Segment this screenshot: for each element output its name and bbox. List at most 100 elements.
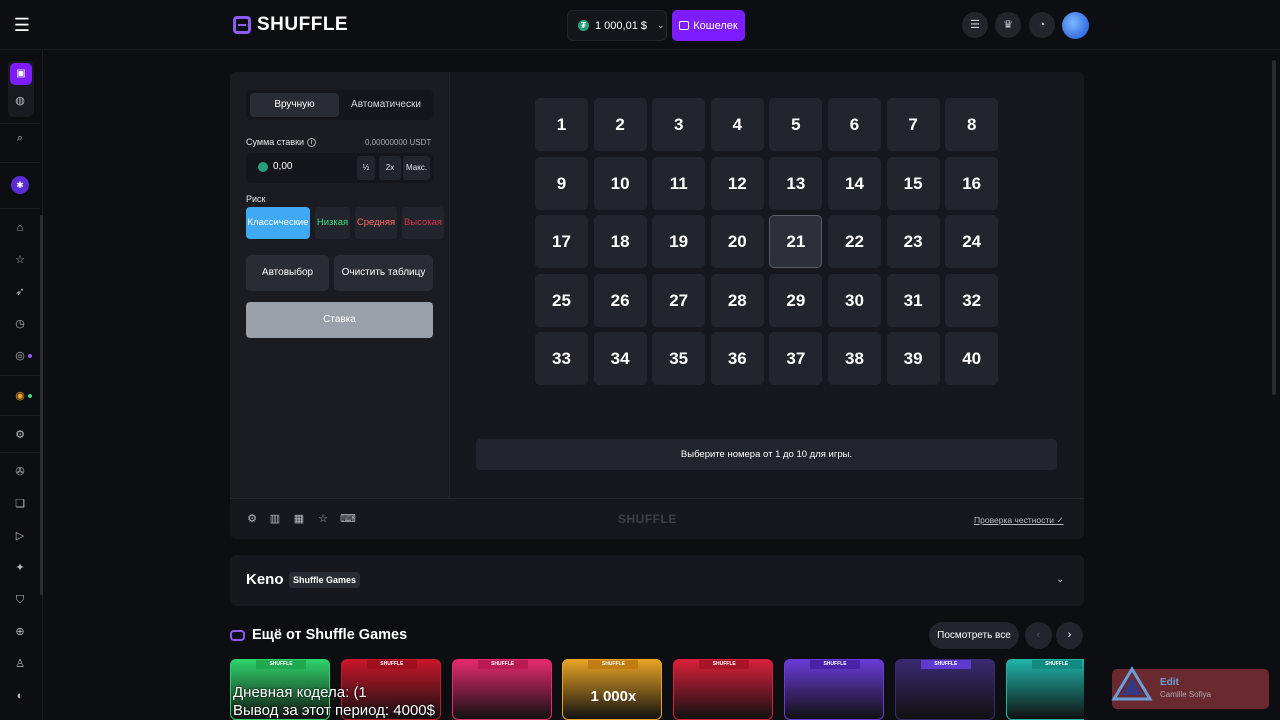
page-scrollbar[interactable] [1272,60,1276,395]
keno-cell[interactable]: 10 [593,156,647,210]
live-icon[interactable]: ◎ [11,347,29,365]
gear-icon[interactable]: ⚙ [245,512,259,526]
search-icon[interactable]: ⌕ [11,129,29,147]
keno-cell[interactable]: 30 [828,273,881,327]
favorite-star-icon[interactable]: ☆ [316,512,330,526]
prev-arrow-icon[interactable]: ‹ [1025,622,1052,649]
keno-cell[interactable]: 38 [828,332,881,386]
keno-cell[interactable]: 25 [535,273,588,327]
half-button[interactable]: ½ [357,156,375,180]
game-thumbnail[interactable]: SHUFFLE [894,659,995,720]
keno-cell[interactable]: 3 [652,98,706,151]
keno-cell[interactable]: 14 [828,156,881,210]
keno-cell[interactable]: 11 [652,156,706,210]
game-thumbnail[interactable]: SHUFFLE [1005,659,1084,720]
keno-cell[interactable]: 29 [769,273,823,327]
keno-cell[interactable]: 39 [886,332,940,386]
keno-cell[interactable]: 17 [535,215,588,269]
menu-icon[interactable]: ☰ [12,14,32,36]
info-icon[interactable]: i [307,138,317,148]
bet-amount-field[interactable]: ½ 2x Макс. [246,153,433,183]
game-info-panel[interactable]: Keno Shuffle Games ⌄ [230,555,1084,606]
casino-icon[interactable]: ▣ [10,63,32,85]
risk-low[interactable]: Низкая [315,207,350,239]
coin-icon[interactable]: ◉ [11,387,29,405]
chevron-down-icon[interactable]: ⌄ [1056,574,1064,585]
shield-icon[interactable]: ⛉ [11,591,29,609]
keno-cell[interactable]: 36 [710,332,764,386]
game-thumbnail[interactable]: SHUFFLE [451,659,552,720]
promo-icon[interactable]: ✦ [11,559,29,577]
game-thumbnail[interactable]: SHUFFLE 1 000x [562,659,663,720]
keno-cell[interactable]: 20 [710,215,764,269]
double-button[interactable]: 2x [379,156,401,180]
game-thumbnail[interactable]: SHUFFLE [673,659,774,720]
keno-cell[interactable]: 2 [593,98,647,151]
see-all-button[interactable]: Посмотреть все [929,622,1019,649]
fairness-link[interactable]: Проверка честности ✓ [974,515,1064,526]
next-arrow-icon[interactable]: › [1056,622,1083,649]
keno-cell[interactable]: 32 [945,273,999,327]
keno-cell[interactable]: 4 [710,98,764,151]
tab-auto[interactable]: Автоматически [342,93,430,117]
keno-cell[interactable]: 6 [828,98,881,151]
keno-cell[interactable]: 1 [535,98,588,151]
bets-list-icon[interactable]: ☰ [962,12,988,38]
keno-cell[interactable]: 21 [769,215,823,269]
rocket-icon[interactable]: ➶ [11,283,29,301]
settings-expand-icon[interactable]: ⚙ [11,426,29,444]
theatre-mode-icon[interactable]: ▥ [268,512,282,526]
place-bet-button[interactable]: Ставка [246,302,433,338]
history-icon[interactable]: ◷ [11,315,29,333]
sidebar-scrollbar[interactable] [40,215,43,595]
keno-cell[interactable]: 23 [886,215,940,269]
keno-cell[interactable]: 40 [945,332,999,386]
keno-cell[interactable]: 18 [593,215,647,269]
keno-cell[interactable]: 24 [945,215,999,269]
keno-cell[interactable]: 28 [710,273,764,327]
clear-table-button[interactable]: Очистить таблицу [334,255,433,291]
bet-amount-input[interactable] [273,161,343,172]
hotkeys-icon[interactable]: ⌨ [340,512,356,526]
keno-cell[interactable]: 9 [535,156,588,210]
keno-cell[interactable]: 22 [828,215,881,269]
risk-medium[interactable]: Средняя [355,207,397,239]
keno-cell[interactable]: 34 [593,332,647,386]
risk-high[interactable]: Высокая [402,207,444,239]
language-icon[interactable]: ◐ [11,687,29,705]
gamepad-icon[interactable]: ✇ [11,463,29,481]
support-icon[interactable]: ♙ [11,655,29,673]
keno-cell[interactable]: 31 [886,273,940,327]
shuffle-token-icon[interactable]: ✱ [11,176,29,194]
sports-ball-icon[interactable]: ◍ [11,92,29,110]
wallet-button[interactable]: Кошелек [672,10,745,41]
chat-icon[interactable]: ◔ [1029,12,1055,38]
vip-crown-icon[interactable]: ♛ [995,12,1021,38]
keno-cell[interactable]: 7 [886,98,940,151]
game-thumbnail[interactable]: SHUFFLE [784,659,884,720]
balance-selector[interactable]: ₮ 1 000,01 $ ⌄ [567,10,667,41]
keno-cell[interactable]: 27 [652,273,706,327]
keno-cell[interactable]: 16 [945,156,999,210]
play-icon[interactable]: ▷ [11,527,29,545]
coins-icon[interactable]: ❏ [11,495,29,513]
home-icon[interactable]: ⌂ [11,219,29,237]
auto-pick-button[interactable]: Автовыбор [246,255,329,291]
keno-cell[interactable]: 5 [769,98,823,151]
keno-cell[interactable]: 13 [769,156,823,210]
keno-cell[interactable]: 8 [945,98,999,151]
tab-manual[interactable]: Вручную [250,93,339,117]
toast-notification[interactable]: Edit Camille Sofiya [1111,666,1269,709]
keno-cell[interactable]: 15 [886,156,940,210]
keno-cell[interactable]: 35 [652,332,706,386]
keno-cell[interactable]: 37 [769,332,823,386]
keno-cell[interactable]: 26 [593,273,647,327]
stats-icon[interactable]: ▦ [292,512,306,526]
star-icon[interactable]: ☆ [11,251,29,269]
keno-cell[interactable]: 33 [535,332,588,386]
globe-icon[interactable]: ⊕ [11,623,29,641]
keno-cell[interactable]: 19 [652,215,706,269]
max-button[interactable]: Макс. [403,156,430,180]
logo[interactable]: SHUFFLE [233,13,348,37]
risk-classic[interactable]: Классические [246,207,310,239]
